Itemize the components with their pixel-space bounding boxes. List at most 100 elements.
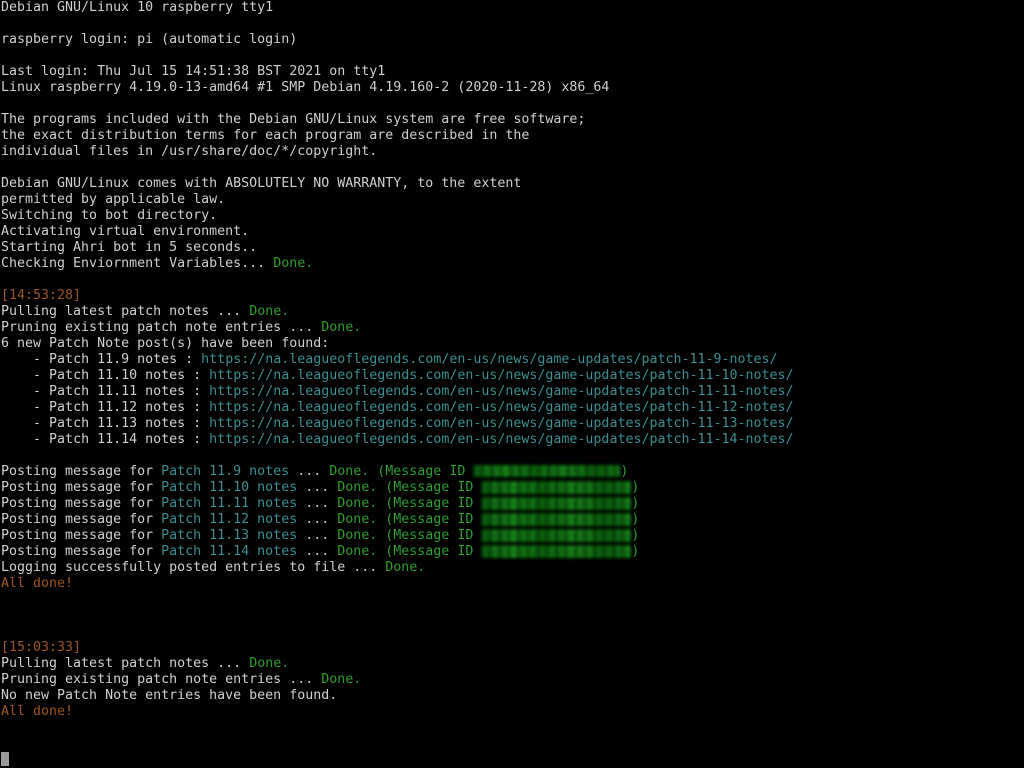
posting-prefix: Posting message for bbox=[1, 464, 162, 479]
checking-env-status: Done. bbox=[273, 256, 314, 271]
posting-ellipsis: ... bbox=[297, 480, 338, 495]
message-id-label: (Message ID bbox=[369, 464, 474, 479]
login-prompt-line: raspberry login: pi (automatic login) bbox=[1, 32, 298, 47]
patch-note-bullet: - bbox=[1, 400, 50, 415]
message-id-redacted bbox=[481, 512, 632, 526]
run2-pulling-label: Pulling latest patch notes ... bbox=[1, 656, 242, 671]
posting-patch-name: Patch 11.10 notes bbox=[161, 480, 298, 495]
patch-note-line: - Patch 11.9 notes : https://na.leagueof… bbox=[1, 352, 1023, 368]
terminal-cursor bbox=[1, 752, 9, 766]
posting-message-line: Posting message for Patch 11.13 notes ..… bbox=[1, 528, 1023, 544]
run1-pulling-label: Pulling latest patch notes ... bbox=[1, 304, 242, 319]
message-id-redacted bbox=[481, 480, 632, 494]
posting-status: Done. bbox=[329, 464, 370, 479]
run1-logging-status: Done. bbox=[385, 560, 426, 575]
run2-no-new-line: No new Patch Note entries have been foun… bbox=[1, 688, 338, 703]
patch-note-bullet: - bbox=[1, 384, 50, 399]
patch-note-name: Patch 11.9 notes bbox=[49, 352, 178, 367]
patch-note-url[interactable]: https://na.leagueoflegends.com/en-us/new… bbox=[209, 384, 793, 399]
run1-logging-label: Logging successfully posted entries to f… bbox=[1, 560, 378, 575]
run2-pruning-line: Pruning existing patch note entries ... … bbox=[1, 672, 1023, 688]
patch-note-name: Patch 11.11 notes bbox=[49, 384, 186, 399]
run1-pruning-status: Done. bbox=[321, 320, 362, 335]
posting-prefix: Posting message for bbox=[1, 544, 162, 559]
patch-note-url[interactable]: https://na.leagueoflegends.com/en-us/new… bbox=[209, 416, 793, 431]
message-id-close-paren: ) bbox=[631, 480, 640, 495]
run2-pruning-status: Done. bbox=[321, 672, 362, 687]
patch-note-url[interactable]: https://na.leagueoflegends.com/en-us/new… bbox=[209, 432, 793, 447]
patch-notes-list: - Patch 11.9 notes : https://na.leagueof… bbox=[1, 352, 1023, 448]
posting-status: Done. bbox=[337, 512, 378, 527]
activating-venv-line: Activating virtual environment. bbox=[1, 224, 250, 239]
message-id-label: (Message ID bbox=[377, 512, 482, 527]
message-id-label: (Message ID bbox=[377, 544, 482, 559]
patch-note-url[interactable]: https://na.leagueoflegends.com/en-us/new… bbox=[209, 368, 793, 383]
terminal-screen: Debian GNU/Linux 10 raspberry tty1 raspb… bbox=[1, 0, 1023, 720]
run1-pulling-line: Pulling latest patch notes ... Done. bbox=[1, 304, 1023, 320]
run1-pulling-status: Done. bbox=[249, 304, 290, 319]
message-id-label: (Message ID bbox=[377, 496, 482, 511]
run2-pruning-label: Pruning existing patch note entries ... bbox=[1, 672, 314, 687]
posting-message-line: Posting message for Patch 11.9 notes ...… bbox=[1, 464, 1023, 480]
posting-patch-name: Patch 11.14 notes bbox=[161, 544, 298, 559]
run2-all-done: All done! bbox=[1, 704, 74, 719]
patch-note-url[interactable]: https://na.leagueoflegends.com/en-us/new… bbox=[209, 400, 793, 415]
terminal-window[interactable]: Debian GNU/Linux 10 raspberry tty1 raspb… bbox=[0, 0, 1024, 768]
patch-note-url[interactable]: https://na.leagueoflegends.com/en-us/new… bbox=[201, 352, 777, 367]
run1-found-header: 6 new Patch Note post(s) have been found… bbox=[1, 336, 330, 351]
run2-timestamp: [15:03:33] bbox=[1, 640, 82, 655]
checking-env-line: Checking Enviornment Variables... Done. bbox=[1, 256, 1023, 272]
run2-pulling-line: Pulling latest patch notes ... Done. bbox=[1, 656, 1023, 672]
posting-message-line: Posting message for Patch 11.14 notes ..… bbox=[1, 544, 1023, 560]
message-id-redacted bbox=[481, 496, 632, 510]
patch-note-line: - Patch 11.13 notes : https://na.leagueo… bbox=[1, 416, 1023, 432]
posting-message-line: Posting message for Patch 11.11 notes ..… bbox=[1, 496, 1023, 512]
run1-timestamp: [14:53:28] bbox=[1, 288, 82, 303]
posting-prefix: Posting message for bbox=[1, 512, 162, 527]
motd-line-2: the exact distribution terms for each pr… bbox=[1, 128, 530, 143]
posting-ellipsis: ... bbox=[297, 496, 338, 511]
patch-note-bullet: - bbox=[1, 368, 50, 383]
posting-status: Done. bbox=[337, 496, 378, 511]
tty-banner-line: Debian GNU/Linux 10 raspberry tty1 bbox=[1, 0, 274, 15]
starting-bot-line: Starting Ahri bot in 5 seconds.. bbox=[1, 240, 258, 255]
patch-note-bullet: - bbox=[1, 352, 50, 367]
run1-logging-line: Logging successfully posted entries to f… bbox=[1, 560, 1023, 576]
posting-ellipsis: ... bbox=[297, 528, 338, 543]
posting-patch-name: Patch 11.12 notes bbox=[161, 512, 298, 527]
motd-line-1: The programs included with the Debian GN… bbox=[1, 112, 586, 127]
posting-status: Done. bbox=[337, 528, 378, 543]
patch-note-separator: : bbox=[185, 432, 210, 447]
posting-prefix: Posting message for bbox=[1, 480, 162, 495]
posting-patch-name: Patch 11.13 notes bbox=[161, 528, 298, 543]
patch-note-name: Patch 11.12 notes bbox=[49, 400, 186, 415]
run1-pruning-line: Pruning existing patch note entries ... … bbox=[1, 320, 1023, 336]
run1-all-done: All done! bbox=[1, 576, 74, 591]
patch-note-name: Patch 11.10 notes bbox=[49, 368, 186, 383]
posting-ellipsis: ... bbox=[289, 464, 330, 479]
patch-note-separator: : bbox=[185, 384, 210, 399]
message-id-label: (Message ID bbox=[377, 480, 482, 495]
patch-note-line: - Patch 11.11 notes : https://na.leagueo… bbox=[1, 384, 1023, 400]
kernel-version-line: Linux raspberry 4.19.0-13-amd64 #1 SMP D… bbox=[1, 80, 610, 95]
patch-note-bullet: - bbox=[1, 432, 50, 447]
posting-prefix: Posting message for bbox=[1, 528, 162, 543]
patch-note-line: - Patch 11.12 notes : https://na.leagueo… bbox=[1, 400, 1023, 416]
run2-pulling-status: Done. bbox=[249, 656, 290, 671]
motd-line-3: individual files in /usr/share/doc/*/cop… bbox=[1, 144, 378, 159]
run1-pruning-label: Pruning existing patch note entries ... bbox=[1, 320, 314, 335]
patch-note-bullet: - bbox=[1, 416, 50, 431]
message-id-close-paren: ) bbox=[631, 512, 640, 527]
checking-env-label: Checking Enviornment Variables... bbox=[1, 256, 266, 271]
patch-note-name: Patch 11.14 notes bbox=[49, 432, 186, 447]
posting-messages-list: Posting message for Patch 11.9 notes ...… bbox=[1, 464, 1023, 560]
